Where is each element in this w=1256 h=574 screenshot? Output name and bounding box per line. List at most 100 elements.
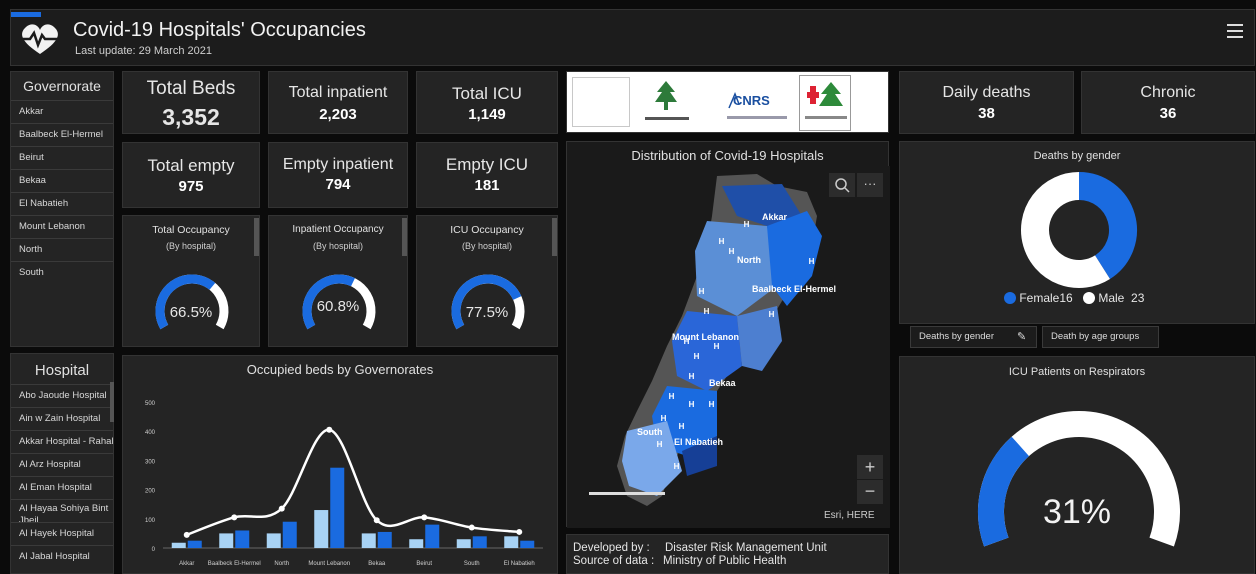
- bar-light[interactable]: [219, 533, 234, 548]
- bar-light[interactable]: [171, 542, 186, 548]
- source-of-data-label: Source of data :: [573, 555, 655, 567]
- hospital-marker-icon[interactable]: H: [677, 422, 686, 432]
- hospital-marker-icon[interactable]: H: [687, 400, 696, 410]
- hospital-marker-icon[interactable]: H: [655, 440, 664, 450]
- governorate-item[interactable]: North: [11, 238, 113, 261]
- bar-light[interactable]: [504, 536, 519, 548]
- governorate-item-label: El Nabatieh: [19, 198, 69, 209]
- x-tick-label: Bekaa: [368, 561, 386, 567]
- hospital-item[interactable]: Al Hayaa Sohiya Bint Jbeil: [11, 499, 113, 526]
- hospital-marker-icon[interactable]: H: [727, 247, 736, 257]
- deaths-by-gender-title: Deaths by gender: [1033, 150, 1121, 162]
- trend-point[interactable]: [468, 524, 475, 531]
- gauge-card-scrollbar[interactable]: [552, 218, 557, 256]
- hospital-marker-icon[interactable]: H: [807, 257, 816, 267]
- chronic-value: 36: [1159, 105, 1177, 122]
- bar-dark[interactable]: [187, 540, 202, 548]
- trend-point[interactable]: [326, 426, 333, 433]
- bar-light[interactable]: [456, 539, 471, 548]
- governorate-list-title: Governorate: [23, 78, 101, 94]
- hospital-marker-icon[interactable]: H: [717, 237, 726, 247]
- menu-icon[interactable]: [1227, 24, 1245, 40]
- hospital-item[interactable]: Al Eman Hospital: [11, 476, 113, 499]
- empty-inpatient-label: Empty inpatient: [282, 156, 394, 173]
- x-tick-label: Baalbeck El-Hermel: [208, 561, 261, 567]
- hospital-marker-icon[interactable]: H: [659, 414, 668, 424]
- map-region-label: Akkar: [762, 212, 788, 222]
- governorate-item[interactable]: Mount Lebanon: [11, 215, 113, 238]
- x-tick-label: North: [274, 561, 289, 567]
- tab-deaths-by-gender[interactable]: Deaths by gender ✎: [910, 326, 1037, 348]
- hospital-marker-icon[interactable]: H: [672, 462, 681, 472]
- bar-dark[interactable]: [235, 530, 250, 548]
- hospital-marker-icon[interactable]: H: [767, 310, 776, 320]
- trend-point[interactable]: [183, 531, 190, 538]
- gauge-subtitle: (By hospital): [461, 241, 513, 251]
- total-beds-card: Total Beds 3,352: [122, 71, 260, 134]
- hospital-marker-icon[interactable]: H: [667, 392, 676, 402]
- hospital-marker-icon[interactable]: H: [682, 337, 691, 347]
- governorate-item[interactable]: Akkar: [11, 100, 113, 123]
- governorate-item[interactable]: Beirut: [11, 146, 113, 169]
- hospital-marker-icon[interactable]: H: [687, 372, 696, 382]
- header-accent: [11, 12, 41, 17]
- lebanon-map[interactable]: [567, 166, 890, 528]
- hospital-item[interactable]: Ain w Zain Hospital: [11, 407, 113, 430]
- bar-light[interactable]: [361, 533, 376, 548]
- map-region-label: Bekaa: [709, 378, 736, 388]
- heartbeat-logo-icon: [20, 24, 60, 54]
- zoom-out-button[interactable]: −: [857, 480, 883, 504]
- bar-dark[interactable]: [282, 521, 297, 548]
- icu-occupancy-gauge-card: ICU Occupancy (By hospital) 77.5%: [416, 215, 558, 347]
- hospital-item[interactable]: Al Arz Hospital: [11, 453, 113, 476]
- trend-point[interactable]: [278, 505, 285, 512]
- trend-point[interactable]: [421, 514, 428, 521]
- gauge-value: 66.5%: [169, 304, 213, 321]
- bar-dark[interactable]: [377, 531, 392, 548]
- legend-male: Male 23: [1083, 291, 1144, 305]
- governorate-item[interactable]: Baalbeck El-Hermel: [11, 123, 113, 146]
- governorate-item[interactable]: El Nabatieh: [11, 192, 113, 215]
- hospital-item[interactable]: Al Jabal Hospital: [11, 545, 113, 568]
- more-icon[interactable]: ···: [857, 173, 883, 197]
- governorate-item[interactable]: South: [11, 261, 113, 284]
- trend-point[interactable]: [231, 514, 238, 521]
- hospital-list-panel: Hospital Abo Jaoude Hospital Ain w Zain H…: [10, 353, 114, 574]
- hospital-item[interactable]: Akkar Hospital - Rahal: [11, 430, 114, 453]
- donut-slice-female[interactable]: [1078, 172, 1137, 280]
- map-search-button[interactable]: [829, 173, 855, 197]
- occupied-beds-chart-panel: Occupied beds by Governorates 0 100 200 300…: [122, 355, 558, 574]
- hospital-marker-icon[interactable]: H: [742, 220, 751, 230]
- governorate-item-label: Baalbeck El-Hermel: [19, 129, 103, 140]
- bar-dark[interactable]: [330, 467, 345, 548]
- bar-dark[interactable]: [520, 540, 535, 548]
- bar-light[interactable]: [266, 533, 281, 548]
- trend-point[interactable]: [373, 517, 380, 524]
- total-empty-card: Total empty 975: [122, 142, 260, 208]
- hospital-marker-icon[interactable]: H: [707, 400, 716, 410]
- hospital-marker-icon[interactable]: H: [712, 342, 721, 352]
- tab-death-by-age-groups[interactable]: Death by age groups: [1042, 326, 1159, 348]
- hospital-item-label: Al Arz Hospital: [19, 459, 81, 470]
- gauge-value: 60.8%: [316, 298, 360, 315]
- hospital-item[interactable]: Abo Jaoude Hospital: [11, 384, 113, 407]
- governorate-item[interactable]: Bekaa: [11, 169, 113, 192]
- hospital-marker-icon[interactable]: H: [697, 287, 706, 297]
- bar-light[interactable]: [409, 539, 424, 548]
- bar-light[interactable]: [314, 510, 329, 548]
- map-attribution: Esri, HERE: [824, 510, 875, 521]
- hospital-item[interactable]: Al Hayek Hospital: [11, 522, 113, 545]
- bar-dark[interactable]: [472, 536, 487, 548]
- tab-label: Death by age groups: [1051, 331, 1140, 342]
- bar-dark[interactable]: [425, 524, 440, 548]
- trend-point[interactable]: [516, 528, 523, 535]
- hospital-list-scrollbar[interactable]: [110, 382, 114, 422]
- governorate-item-label: Beirut: [19, 152, 44, 163]
- gauge-card-scrollbar[interactable]: [402, 218, 407, 256]
- hospital-marker-icon[interactable]: H: [702, 307, 711, 317]
- zoom-in-button[interactable]: +: [857, 455, 883, 479]
- gauge-card-scrollbar[interactable]: [254, 218, 259, 256]
- hospital-marker-icon[interactable]: H: [692, 352, 701, 362]
- cnrs-logo-caption: [727, 116, 787, 119]
- chronic-card: Chronic 36: [1081, 71, 1255, 134]
